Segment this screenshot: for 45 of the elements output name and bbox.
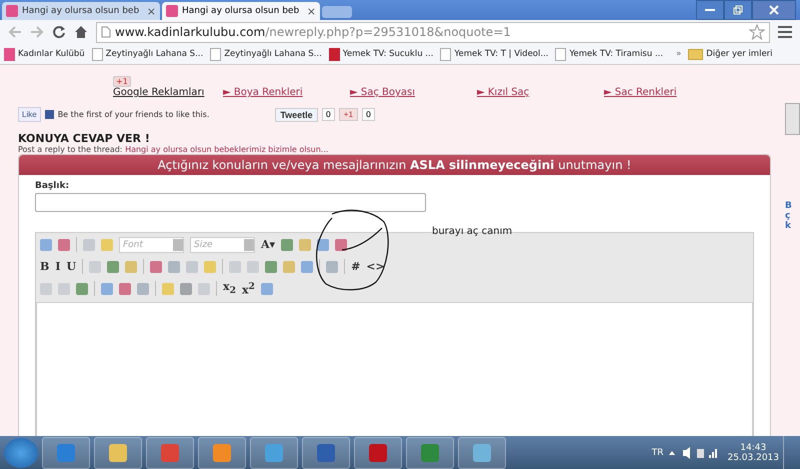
sidebar-letter: ç bbox=[785, 211, 792, 221]
bookmark[interactable]: Zeytinyağlı Lahana S... bbox=[92, 48, 204, 60]
title-label: Başlık: bbox=[35, 181, 70, 191]
tweet-count: 0 bbox=[322, 108, 335, 121]
warning-banner: Açtığınız konuların ve/veya mesajlarınızın ASLA silinmeyeceğini unutmayın ! bbox=[19, 155, 770, 175]
like-button[interactable]: Like bbox=[18, 107, 41, 122]
clock-date[interactable]: 25.03.2013 bbox=[727, 452, 779, 462]
clock-time[interactable]: 14:43 bbox=[740, 442, 766, 452]
close-tab-button[interactable]: × bbox=[146, 4, 156, 18]
close-tab-button[interactable]: × bbox=[306, 4, 316, 18]
bookmark[interactable]: Yemek TV: T | Videol... bbox=[440, 48, 548, 60]
annotation-text: burayı aç canım bbox=[432, 226, 512, 237]
browser-tab[interactable]: Hangi ay olursa olsun beb × bbox=[2, 2, 160, 20]
ads-title-link[interactable]: Google Reklamları bbox=[113, 87, 223, 98]
format-button[interactable]: x$_{2}$ bbox=[223, 280, 236, 297]
sidebar-letter: B bbox=[785, 201, 793, 211]
format-button[interactable]: U bbox=[66, 260, 76, 273]
other-bookmarks-folder[interactable]: Diğer yer imleri bbox=[688, 48, 773, 60]
tweet-button[interactable]: Tweetle bbox=[275, 108, 318, 122]
ad-link[interactable]: ► Saç Boyası bbox=[350, 87, 477, 98]
format-button[interactable]: B bbox=[40, 260, 50, 273]
address-bar[interactable]: www.kadinlarkulubu.com/newreply.php?p=29531018&noquote=1 bbox=[96, 22, 770, 42]
plus-one-button[interactable]: +1 bbox=[338, 108, 358, 121]
more-bookmarks-button[interactable]: » bbox=[676, 49, 682, 59]
bookmark[interactable]: Yemek TV: Tiramisu ... bbox=[555, 48, 664, 60]
ad-link[interactable]: ► Sac Renkleri bbox=[604, 87, 731, 98]
thread-link[interactable]: Hangi ay olursa olsun bebeklerimiz bizimle olsun... bbox=[125, 145, 328, 154]
thread-label: Post a reply to the thread: bbox=[18, 145, 123, 154]
ad-link[interactable]: ► Kızıl Saç bbox=[477, 87, 604, 98]
bookmark[interactable]: Zeytinyağlı Lahana S... bbox=[210, 48, 322, 60]
format-button[interactable]: <> bbox=[366, 260, 385, 273]
plus-one-count: 0 bbox=[362, 108, 375, 121]
browser-tab[interactable]: Hangi ay olursa olsun beb × bbox=[162, 2, 320, 20]
language-indicator[interactable]: TR bbox=[652, 448, 664, 458]
sidebar-letter: k bbox=[785, 221, 792, 231]
format-button[interactable]: # bbox=[351, 260, 360, 273]
bookmark[interactable]: Kadınlar Kulübü bbox=[4, 48, 85, 60]
format-button[interactable]: x$^{2}$ bbox=[242, 280, 255, 296]
ad-link[interactable]: ► Boya Renkleri bbox=[223, 87, 350, 98]
format-button[interactable]: I bbox=[55, 260, 60, 273]
like-prompt-text: Be the first of your friends to like this. bbox=[58, 110, 210, 119]
plus-one-button[interactable]: +1 bbox=[113, 76, 131, 87]
bookmark[interactable]: Yemek TV: Sucuklu ... bbox=[328, 48, 434, 60]
reply-heading: KONUYA CEVAP VER ! bbox=[18, 132, 151, 145]
format-button[interactable]: A▾ bbox=[261, 238, 276, 251]
